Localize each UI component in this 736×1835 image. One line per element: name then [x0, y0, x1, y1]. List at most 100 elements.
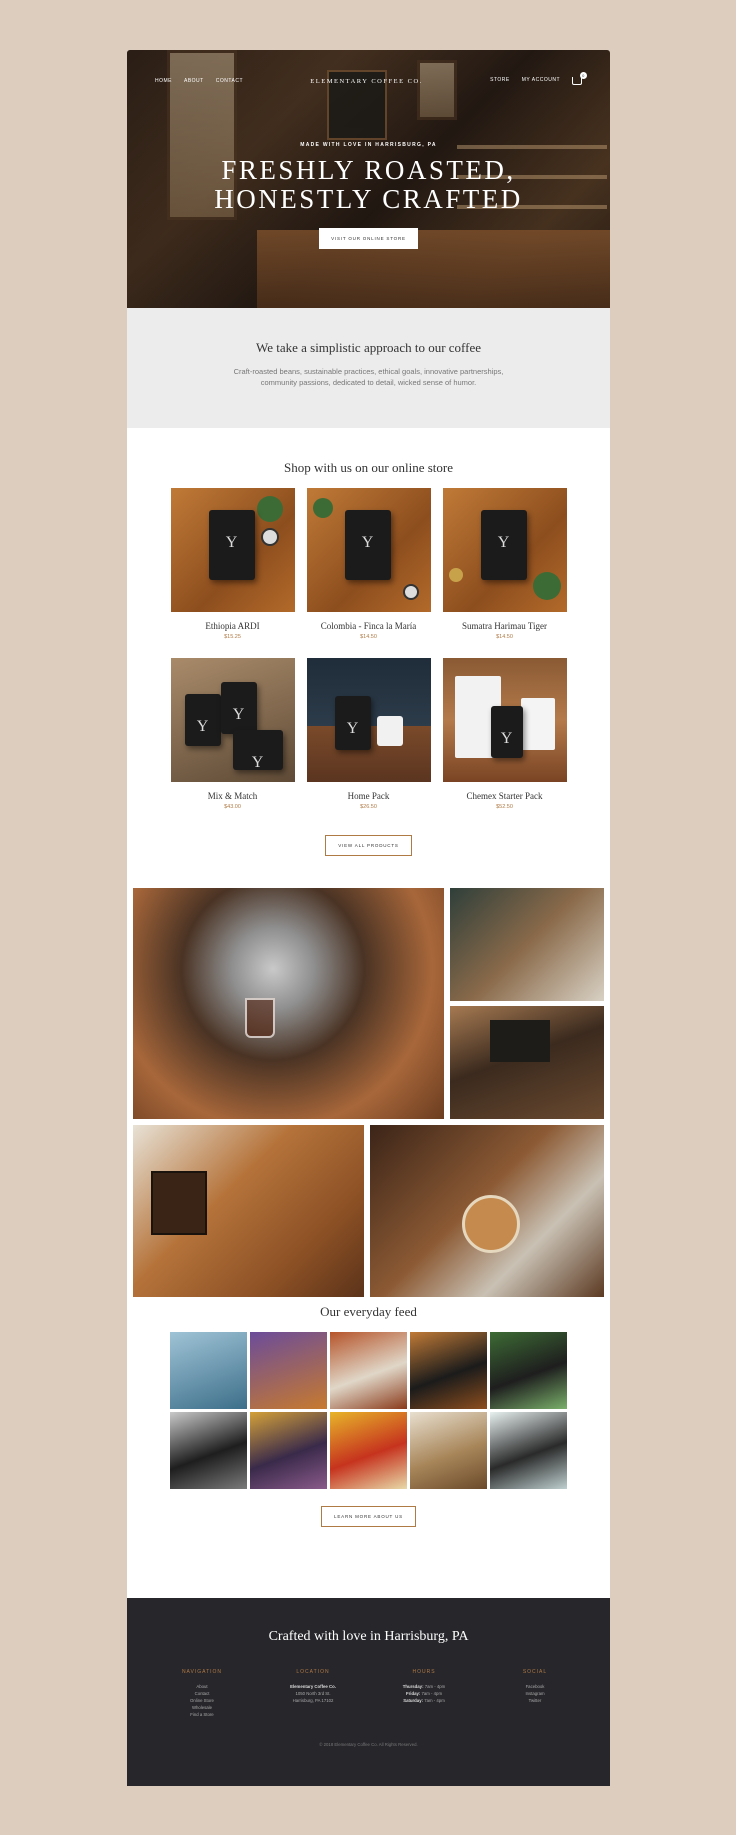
mug-decor: [376, 716, 403, 746]
learn-more-button[interactable]: Learn more about us: [321, 1506, 416, 1527]
product-grid: Ethiopia ARDI $15.25 Colombia - Finca la…: [127, 488, 610, 828]
top-nav: Home About Contact Elementary Coffee Co.…: [155, 72, 587, 85]
hours-row: Saturday: 7am - 4pm: [403, 1698, 445, 1703]
coffee-bag-image: [334, 696, 371, 750]
product-price: $43.00: [224, 804, 241, 810]
hero-eyebrow: MADE WITH LOVE IN HARRISBURG, PA: [300, 142, 437, 148]
coffee-bag-image: [232, 730, 283, 772]
nav-link-contact[interactable]: Contact: [216, 78, 243, 84]
footer-navigation: Navigation About Contact Online Store Wh…: [157, 1669, 247, 1718]
nav-link-account[interactable]: My Account: [522, 77, 560, 85]
feed-grid: [127, 1332, 610, 1489]
hero-title-line: HONESTLY CRAFTED: [214, 184, 523, 214]
e-coffee-sign: [151, 1171, 207, 1235]
product-price: $52.50: [496, 804, 513, 810]
cart-count-badge: 0: [580, 72, 587, 79]
shop-section: Shop with us on our online store Ethiopi…: [127, 428, 610, 888]
cups-shelf-photo: [450, 888, 604, 1001]
product-image[interactable]: [442, 658, 567, 782]
view-all-products-button[interactable]: View all products: [325, 835, 412, 856]
product-card[interactable]: Colombia - Finca la María $14.50: [306, 488, 431, 658]
coffee-sign-photo: [133, 1125, 364, 1297]
footer-link-wholesale[interactable]: Wholesale: [157, 1704, 247, 1711]
product-card[interactable]: Chemex Starter Pack $52.50: [442, 658, 567, 828]
filter-box-image: [520, 698, 555, 750]
coffee-bag-image: [490, 706, 523, 758]
approach-section: We take a simplistic approach to our cof…: [127, 308, 610, 428]
footer-columns: Navigation About Contact Online Store Wh…: [127, 1669, 610, 1718]
espresso-glass: [245, 998, 275, 1038]
cart-icon[interactable]: 0: [572, 72, 587, 85]
hours-row: Friday: 7am - 4pm: [405, 1691, 443, 1696]
learn-more-wrap: Learn more about us: [127, 1505, 610, 1527]
product-price: $26.50: [360, 804, 377, 810]
location-address: 1050 North 3rd St.: [295, 1691, 331, 1696]
approach-title: We take a simplistic approach to our cof…: [255, 340, 482, 355]
feed-photo[interactable]: [330, 1332, 407, 1409]
brand-logo[interactable]: Elementary Coffee Co.: [243, 78, 490, 85]
page-card: Home About Contact Elementary Coffee Co.…: [127, 50, 610, 1786]
nav-link-store[interactable]: Store: [490, 77, 510, 85]
nav-link-about[interactable]: About: [184, 78, 204, 84]
footer-heading: Hours: [412, 1669, 436, 1675]
feed-photo[interactable]: [250, 1412, 327, 1489]
coffee-bag-image: [208, 510, 255, 580]
location-name: Elementary Coffee Co.: [290, 1684, 336, 1689]
footer-social: Social Facebook Instagram Twitter: [490, 1669, 580, 1718]
product-image[interactable]: [306, 488, 431, 612]
approach-line: Craft-roasted beans, sustainable practic…: [233, 367, 504, 376]
feed-photo[interactable]: [490, 1332, 567, 1409]
approach-text: Craft-roasted beans, sustainable practic…: [127, 366, 610, 388]
approach-line: community passions, dedicated to detail,…: [260, 378, 477, 387]
product-price: $14.50: [360, 634, 377, 640]
product-card[interactable]: Mix & Match $43.00: [170, 658, 295, 828]
feed-title: Our everyday feed: [320, 1304, 417, 1319]
social-link-instagram[interactable]: Instagram: [490, 1690, 580, 1697]
feed-photo[interactable]: [170, 1332, 247, 1409]
product-image[interactable]: [442, 488, 567, 612]
footer-link-online-store[interactable]: Online Store: [157, 1697, 247, 1704]
feed-section: Our everyday feed Learn more about us: [127, 1304, 610, 1579]
footer-link-find-store[interactable]: Find a Store: [157, 1711, 247, 1718]
menu-board: [490, 1020, 550, 1062]
product-card[interactable]: Ethiopia ARDI $15.25: [170, 488, 295, 658]
social-link-twitter[interactable]: Twitter: [490, 1697, 580, 1704]
footer-link-contact[interactable]: Contact: [157, 1690, 247, 1697]
footer-link-about[interactable]: About: [157, 1683, 247, 1690]
footer-title: Crafted with love in Harrisburg, PA: [268, 1629, 469, 1644]
visit-store-button[interactable]: Visit our online store: [319, 228, 418, 249]
feed-photo[interactable]: [410, 1412, 487, 1489]
shop-title: Shop with us on our online store: [284, 460, 453, 475]
plant-decor: [532, 572, 561, 600]
product-name[interactable]: Colombia - Finca la María: [307, 621, 431, 631]
product-name[interactable]: Ethiopia ARDI: [171, 621, 295, 631]
product-price: $14.50: [496, 634, 513, 640]
product-name[interactable]: Sumatra Harimau Tiger: [443, 621, 567, 631]
location-city: Harrisburg, PA 17102: [292, 1698, 334, 1703]
latte-art-photo: [370, 1125, 604, 1297]
hero-window-photo: [417, 60, 457, 120]
lock-decor: [448, 568, 463, 582]
hours-row: Thursday: 7am - 4pm: [402, 1684, 446, 1689]
feed-photo[interactable]: [490, 1412, 567, 1489]
feed-photo[interactable]: [250, 1332, 327, 1409]
product-price: $15.25: [224, 634, 241, 640]
product-image[interactable]: [170, 488, 295, 612]
product-card[interactable]: Home Pack $26.50: [306, 658, 431, 828]
feed-photo[interactable]: [330, 1412, 407, 1489]
copyright: © 2018 Elementary Coffee Co. All Rights …: [319, 1742, 418, 1747]
plant-decor: [312, 498, 333, 518]
product-image[interactable]: [306, 658, 431, 782]
product-name[interactable]: Home Pack: [307, 791, 431, 801]
product-image[interactable]: [170, 658, 295, 782]
product-name[interactable]: Chemex Starter Pack: [443, 791, 567, 801]
product-name[interactable]: Mix & Match: [171, 791, 295, 801]
latte-cup: [462, 1195, 520, 1253]
feed-photo[interactable]: [170, 1412, 247, 1489]
product-card[interactable]: Sumatra Harimau Tiger $14.50: [442, 488, 567, 658]
social-link-facebook[interactable]: Facebook: [490, 1683, 580, 1690]
nav-link-home[interactable]: Home: [155, 78, 172, 84]
feed-photo[interactable]: [410, 1332, 487, 1409]
hero-title: FRESHLY ROASTED, HONESTLY CRAFTED: [127, 156, 610, 214]
watch-decor: [402, 584, 419, 600]
